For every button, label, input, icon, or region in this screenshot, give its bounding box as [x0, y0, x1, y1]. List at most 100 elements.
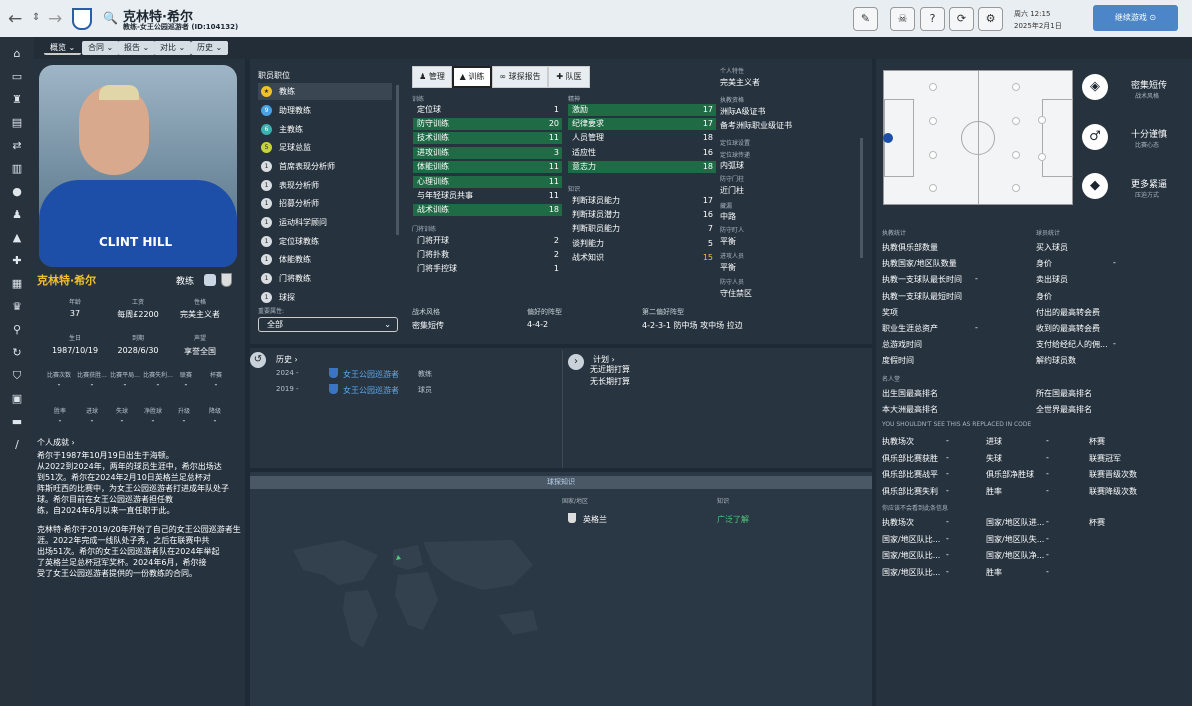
record-cell: -: [946, 452, 949, 462]
job-item[interactable]: 1 体能教练: [258, 251, 392, 268]
club-crest-icon: [329, 384, 338, 394]
staff-icon[interactable]: ♟: [10, 208, 24, 222]
player-name: 克林特·希尔: [37, 274, 97, 287]
attr-row: 激励 17: [568, 104, 716, 116]
club-link[interactable]: 女王公园巡游者: [343, 385, 399, 396]
trophy-icon[interactable]: ♛: [10, 300, 24, 314]
record-cell: 联赛晋级次数: [1089, 470, 1137, 479]
record-cell: 执教场次: [882, 518, 914, 527]
attr-row: 战术训练 18: [413, 204, 562, 216]
inbox-icon[interactable]: ▭: [10, 70, 24, 84]
record-cell: 失球: [986, 453, 1002, 463]
back-arrow-icon[interactable]: ←: [8, 9, 22, 29]
record-cell: 国家/地区队进...: [986, 518, 1045, 527]
refresh-icon[interactable]: ⟳: [949, 7, 974, 31]
scouting-icon[interactable]: ⚲: [10, 323, 24, 337]
job-item[interactable]: 9 助理教练: [258, 102, 392, 119]
style-label: 比赛心态: [1135, 142, 1160, 149]
search-icon[interactable]: 🔍: [103, 11, 118, 25]
help-icon[interactable]: ?: [920, 7, 945, 31]
skull-icon[interactable]: ☠: [890, 7, 915, 31]
record-cell: 执教场次: [882, 437, 914, 446]
plan-item: 无近期打算: [590, 365, 630, 374]
record-cell: 胜率: [986, 567, 1002, 577]
page-subtitle: 教练-女王公园巡游者 (ID:104132): [123, 23, 239, 31]
shield-icon[interactable]: ⛉: [10, 369, 24, 383]
tab-overview[interactable]: 概览 ⌄: [44, 41, 82, 55]
report-icon[interactable]: ▥: [10, 162, 24, 176]
stat-label: 付出的最高转会费: [1036, 307, 1100, 317]
job-item[interactable]: 1 运动科学顾问: [258, 214, 392, 231]
forward-arrow-icon[interactable]: →: [48, 9, 62, 29]
pressing-icon: ◆: [1082, 173, 1108, 199]
tab-contract[interactable]: 合同 ⌄: [82, 41, 120, 55]
world-map: [293, 540, 538, 648]
tab-scout-report[interactable]: ∞ 球探报告: [492, 66, 548, 88]
job-item[interactable]: 1 球探: [258, 289, 392, 306]
stat-value: -: [1113, 339, 1116, 349]
tab-management[interactable]: ♟ 管理: [412, 66, 452, 88]
edit-icon[interactable]: ✎: [853, 7, 878, 31]
clipboard-icon[interactable]: ▤: [10, 116, 24, 130]
record-cell: 国家/地区队比...: [882, 567, 941, 577]
continue-button[interactable]: 继续游戏 ⊙: [1093, 5, 1178, 31]
medical-icon[interactable]: ✚: [10, 254, 24, 268]
traits-scrollbar[interactable]: [860, 138, 863, 258]
job-item[interactable]: 5 足球总监: [258, 139, 392, 156]
tab-reports[interactable]: 报告 ⌄: [118, 41, 156, 55]
attr-row: 纪律要求 17: [568, 118, 716, 130]
history-panel: [250, 348, 872, 468]
history-link[interactable]: 历史 ›: [276, 354, 298, 365]
achievements-link[interactable]: 个人成就 ›: [37, 437, 75, 448]
gk-title: 门将训练: [412, 226, 437, 233]
cycle-icon[interactable]: ↻: [10, 346, 24, 360]
transfer-icon[interactable]: ⇄: [10, 139, 24, 153]
record-cell: 胜率: [986, 486, 1002, 496]
tab-compare[interactable]: 对比 ⌄: [154, 41, 192, 55]
up-down-icon[interactable]: ⇕: [32, 12, 40, 23]
attr-row: 人员管理 18: [572, 133, 713, 142]
tactic-style-icon: ◈: [1082, 74, 1108, 100]
finance-icon[interactable]: ▬: [10, 415, 24, 429]
attribute-filter-select[interactable]: 全部 ⌄: [258, 317, 398, 332]
jobs-scrollbar[interactable]: [396, 85, 399, 235]
chart-icon[interactable]: ∕: [10, 438, 24, 452]
tab-physio[interactable]: ✚ 队医: [548, 66, 590, 88]
job-item[interactable]: 6 主教练: [258, 121, 392, 138]
calendar-icon[interactable]: ▦: [10, 277, 24, 291]
training-cone-icon[interactable]: ▲: [10, 231, 24, 245]
style-value: 十分谨慎: [1131, 130, 1168, 140]
record-cell: -: [946, 469, 949, 478]
job-item[interactable]: 1 首席表现分析师: [258, 158, 392, 175]
stat-label: 买入球员: [1036, 243, 1068, 252]
record-cell: -: [1046, 533, 1049, 543]
record-cell: -: [946, 533, 949, 543]
tab-history[interactable]: 历史 ⌄: [191, 41, 229, 55]
job-item[interactable]: ★ 教练: [258, 83, 392, 100]
attr-row: 适应性 16: [572, 148, 713, 157]
home-icon[interactable]: ⌂: [10, 47, 24, 61]
stat-label: 身价: [1036, 259, 1052, 269]
job-item[interactable]: 1 门将教练: [258, 270, 392, 287]
club-badge-icon: [204, 274, 216, 286]
record-cell: 俱乐部比赛失利: [882, 486, 938, 496]
stat-label: 奖项: [882, 307, 898, 317]
jobs-title: 职员职位: [258, 71, 290, 80]
club-link[interactable]: 女王公园巡游者: [343, 369, 399, 380]
nation-crest-icon: [221, 273, 232, 287]
tab-training[interactable]: ▲ 训练: [452, 66, 492, 88]
col-header-knowledge: 知识: [717, 498, 730, 505]
sidebar: ⌂ ▭ ♜ ▤ ⇄ ▥ ● ♟ ▲ ✚ ▦ ♛ ⚲ ↻ ⛉ ▣ ▬ ∕: [0, 37, 34, 706]
job-item[interactable]: 1 表现分析师: [258, 177, 392, 194]
stat-label: 执教俱乐部数量: [882, 243, 938, 252]
squad-shirt-icon[interactable]: ♜: [10, 93, 24, 107]
gear-icon[interactable]: ⚙: [978, 7, 1003, 31]
stat-value: -: [975, 323, 978, 332]
shirt-sponsor: CLINT HILL: [99, 235, 173, 249]
club-crest-icon: [329, 368, 338, 378]
job-item[interactable]: 1 定位球教练: [258, 233, 392, 250]
job-item[interactable]: 1 招募分析师: [258, 195, 392, 212]
stat-label: 全世界最高排名: [1036, 405, 1092, 414]
briefcase-icon[interactable]: ▣: [10, 392, 24, 406]
ball-icon[interactable]: ●: [10, 185, 24, 199]
